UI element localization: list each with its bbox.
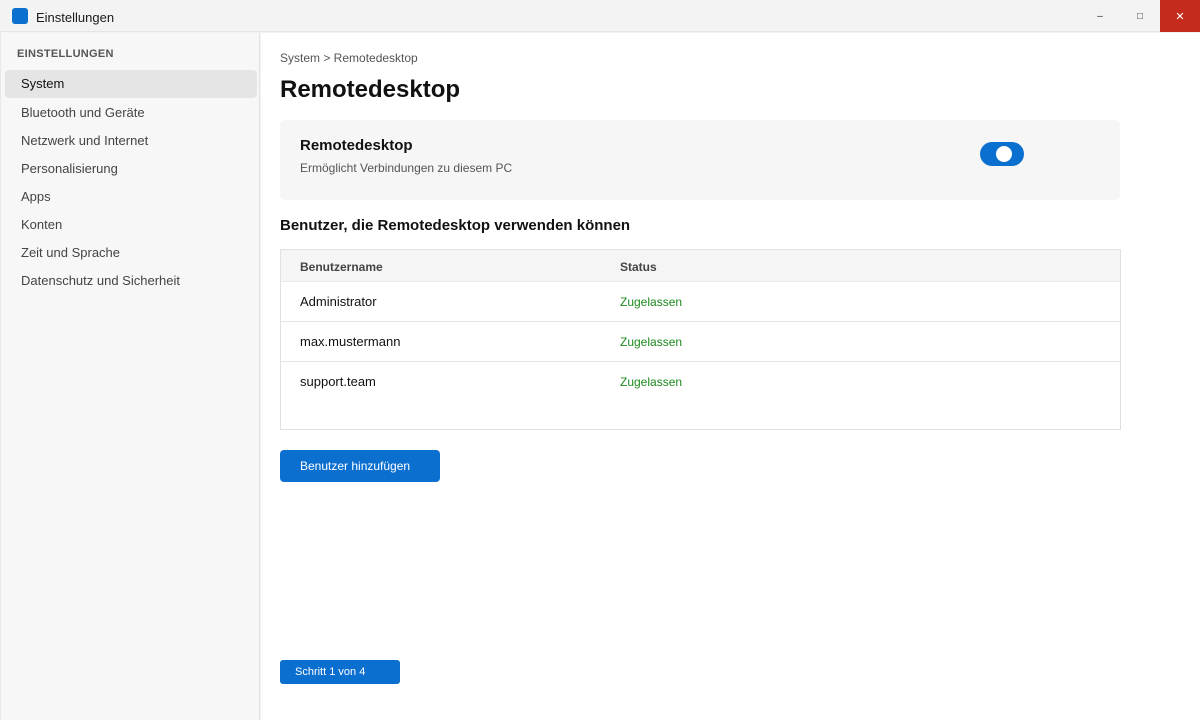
- cell-username: support.team: [300, 374, 376, 389]
- settings-app-icon: [12, 8, 28, 24]
- sidebar-item-accounts[interactable]: Konten: [5, 211, 257, 239]
- sidebar-item-time-language[interactable]: Zeit und Sprache: [5, 239, 257, 267]
- users-table: Benutzername Status Administrator Zugela…: [280, 249, 1121, 430]
- remote-desktop-toggle[interactable]: [980, 142, 1024, 166]
- sidebar-item-privacy[interactable]: Datenschutz und Sicherheit: [5, 267, 257, 295]
- users-section-heading: Benutzer, die Remotedesktop verwenden kö…: [280, 217, 631, 234]
- title-bar: Einstellungen – □ ✕: [0, 0, 1200, 32]
- column-header-status: Status: [620, 260, 657, 274]
- card-description: Ermöglicht Verbindungen zu diesem PC: [300, 161, 513, 175]
- sidebar-list: System Bluetooth und Geräte Netzwerk und…: [5, 70, 257, 295]
- cell-status: Zugelassen: [620, 335, 683, 349]
- main-content: System > Remotedesktop Remotedesktop Rem…: [261, 33, 1200, 720]
- add-user-button[interactable]: Benutzer hinzufügen: [280, 450, 440, 482]
- remote-desktop-card: Remotedesktop Ermöglicht Verbindungen zu…: [280, 120, 1120, 200]
- minimize-button[interactable]: –: [1080, 0, 1120, 32]
- page-title: Remotedesktop: [280, 76, 461, 103]
- sidebar-heading: EINSTELLUNGEN: [17, 48, 114, 60]
- cell-username: max.mustermann: [300, 334, 401, 349]
- column-header-username: Benutzername: [300, 260, 383, 274]
- table-header: Benutzername Status: [281, 250, 1120, 282]
- sidebar-item-system[interactable]: System: [5, 70, 257, 98]
- table-row[interactable]: support.team Zugelassen: [281, 362, 1120, 402]
- window-title: Einstellungen: [36, 10, 115, 25]
- card-title: Remotedesktop: [300, 137, 413, 154]
- cell-username: Administrator: [300, 294, 377, 309]
- sidebar-item-apps[interactable]: Apps: [5, 183, 257, 211]
- cell-status: Zugelassen: [620, 375, 683, 389]
- step-indicator: Schritt 1 von 4: [280, 660, 400, 684]
- cell-status: Zugelassen: [620, 295, 683, 309]
- table-row[interactable]: Administrator Zugelassen: [281, 282, 1120, 322]
- toggle-knob: [996, 146, 1012, 162]
- table-row[interactable]: max.mustermann Zugelassen: [281, 322, 1120, 362]
- sidebar-item-network[interactable]: Netzwerk und Internet: [5, 127, 257, 155]
- sidebar-item-personalization[interactable]: Personalisierung: [5, 155, 257, 183]
- breadcrumb: System > Remotedesktop: [280, 51, 418, 65]
- close-button[interactable]: ✕: [1160, 0, 1200, 32]
- sidebar: EINSTELLUNGEN System Bluetooth und Gerät…: [0, 33, 260, 720]
- sidebar-item-bluetooth[interactable]: Bluetooth und Geräte: [5, 99, 257, 127]
- maximize-button[interactable]: □: [1120, 0, 1160, 32]
